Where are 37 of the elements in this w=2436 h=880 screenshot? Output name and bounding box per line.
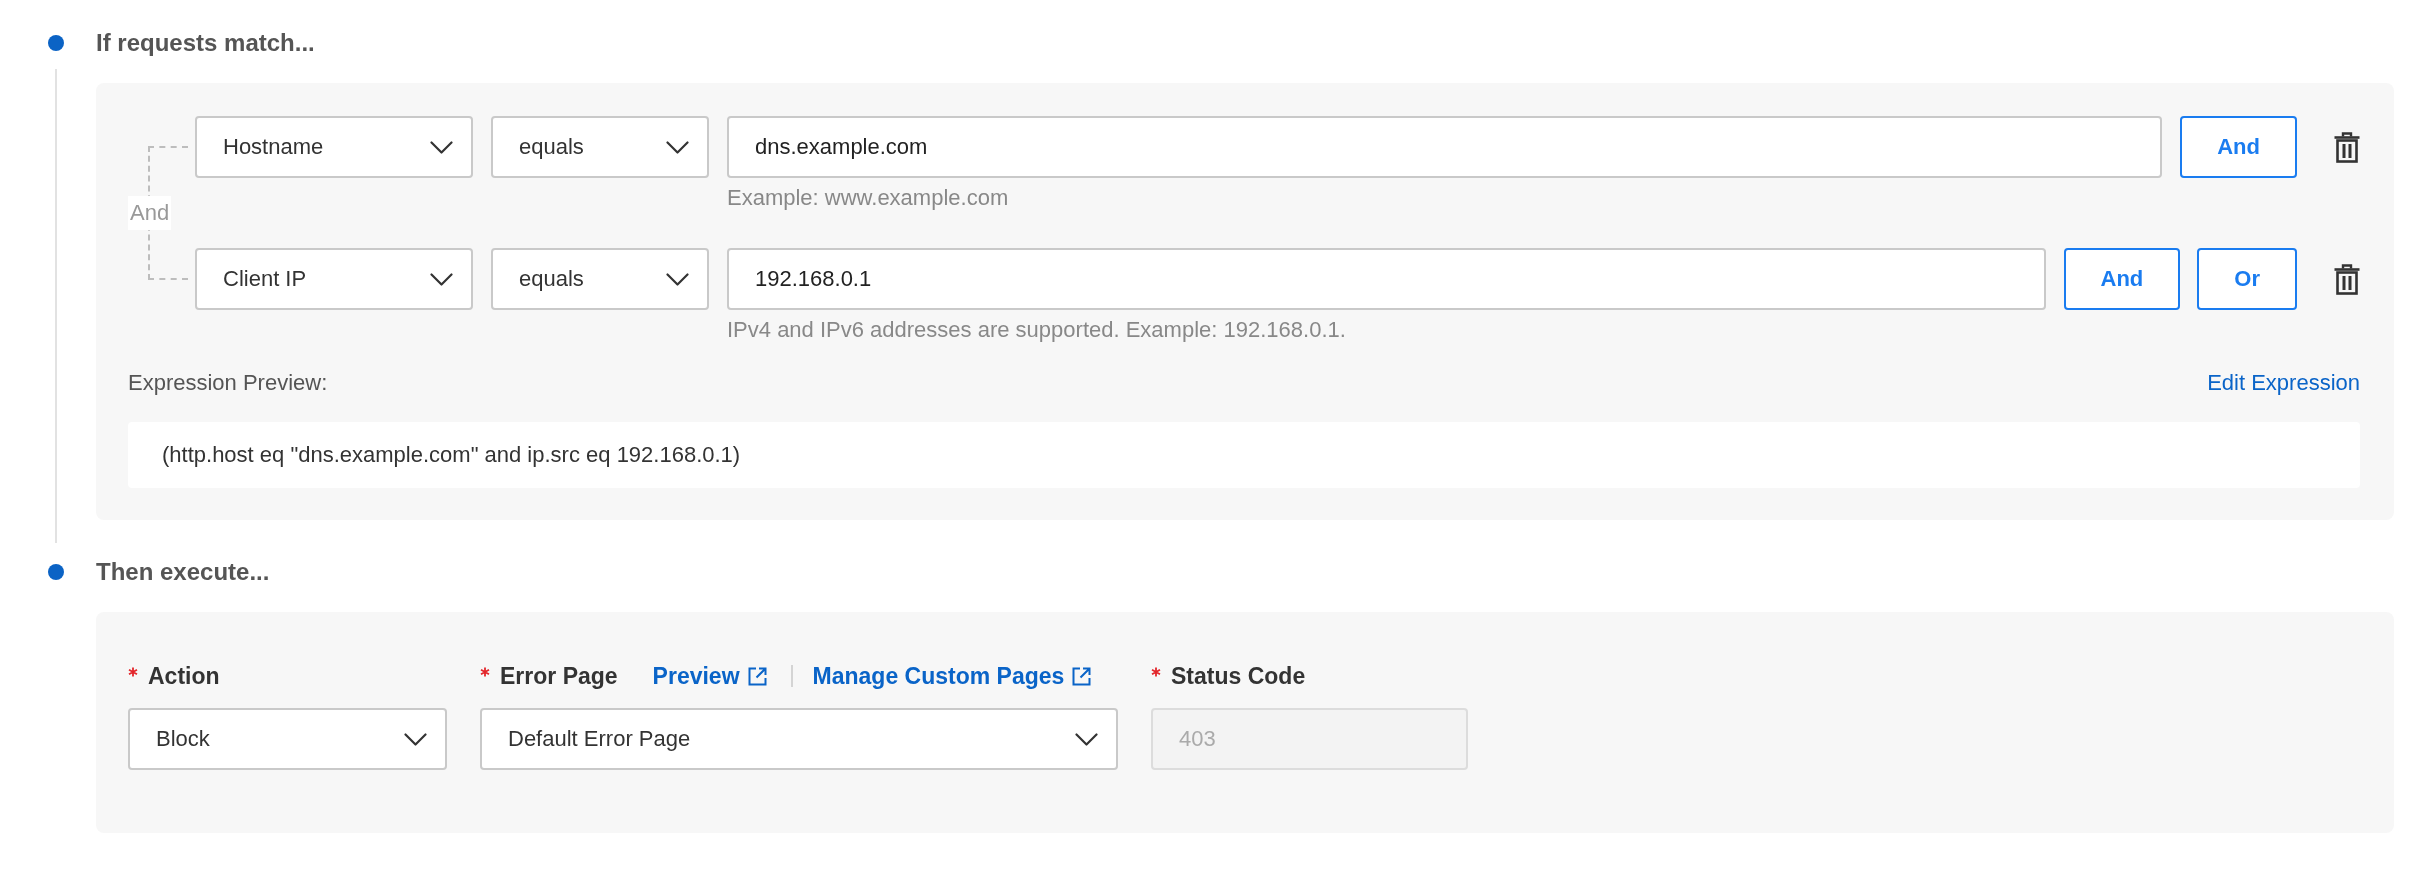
chevron-down-icon [430,272,453,286]
field-label: Action [148,662,220,690]
external-link-icon [1072,666,1092,686]
step-title: If requests match... [96,28,316,58]
select-field[interactable]: Block [128,708,447,770]
chevron-down-icon [1075,732,1098,746]
add-condition-button[interactable]: And [2063,248,2181,310]
external-link-icon [747,666,767,686]
value-input[interactable]: dns.example.com [727,116,2163,178]
trash-icon[interactable] [2334,263,2360,295]
step-dot-icon [48,564,64,580]
add-condition-button[interactable]: And [2180,116,2297,178]
field-label: Error Page [500,662,618,690]
field-select[interactable]: Hostname [195,116,473,178]
trash-icon[interactable] [2334,131,2360,163]
select-field[interactable]: Default Error Page [480,708,1118,770]
link[interactable]: Preview [652,662,767,690]
chevron-down-icon [666,272,689,286]
field-label: Status Code [1171,662,1306,690]
chevron-down-icon [666,140,689,154]
expression-preview: (http.host eq "dns.example.com" and ip.src eq 192.168.0.1) [128,422,2360,488]
connector-label: And [128,196,172,230]
value-input[interactable]: 192.168.0.1 [727,248,2046,310]
add-condition-button[interactable]: Or [2197,248,2297,310]
operator-select[interactable]: equals [491,248,709,310]
hint-text: Example: www.example.com [727,185,1010,211]
edit-expression-link[interactable]: Edit Expression [2207,368,2360,398]
chevron-down-icon [404,732,427,746]
step-title: Then execute... [96,557,271,587]
chevron-down-icon [430,140,453,154]
preview-label: Expression Preview: [128,369,328,397]
field-select[interactable]: Client IP [195,248,473,310]
input-field: 403 [1151,708,1468,770]
step-dot-icon [48,35,64,51]
operator-select[interactable]: equals [491,116,709,178]
hint-text: IPv4 and IPv6 addresses are supported. Example: 192.168.0.1. [727,317,1347,343]
link[interactable]: Manage Custom Pages [812,662,1092,690]
